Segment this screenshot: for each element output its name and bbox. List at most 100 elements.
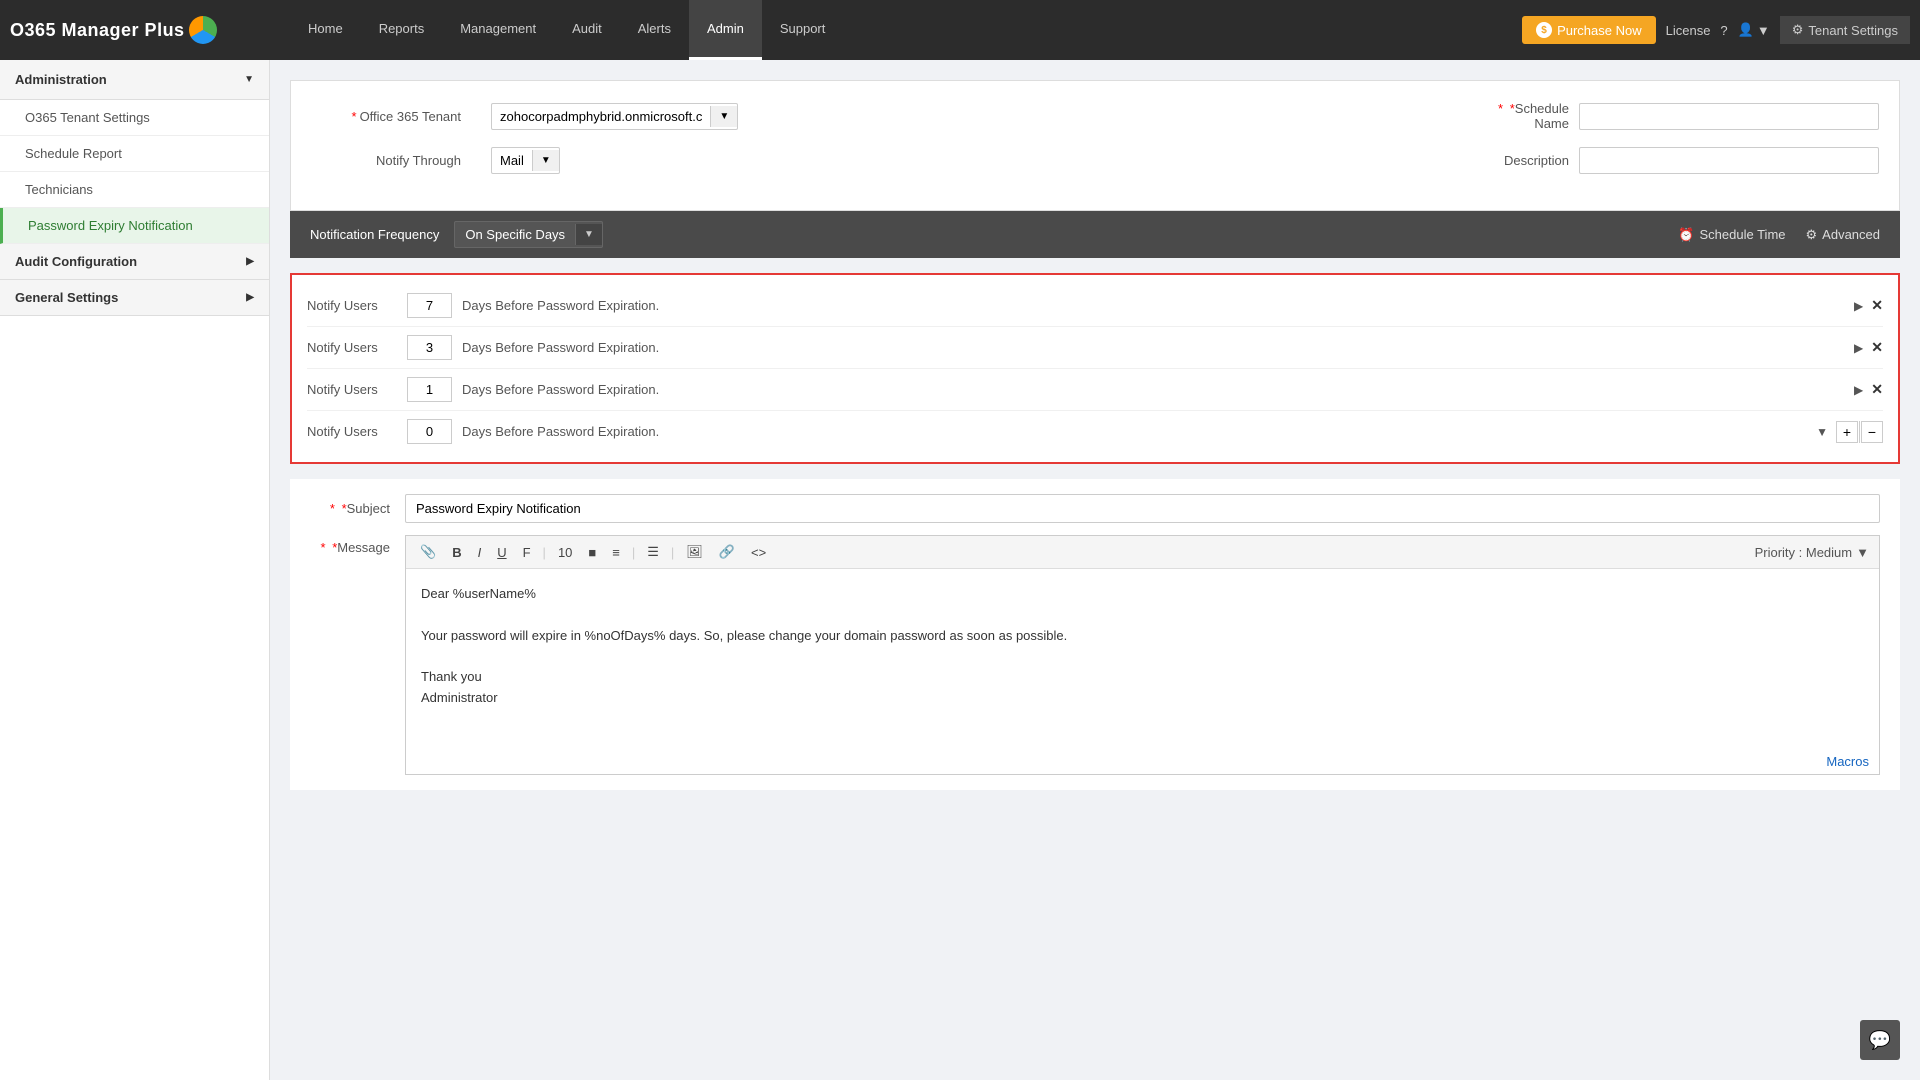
user-menu-button[interactable]: 👤▼ [1738,22,1770,38]
plus-minus-controls: + − [1836,421,1883,443]
attachment-button[interactable]: 📎 [416,542,440,562]
add-row-button[interactable]: + [1836,421,1858,443]
schedule-name-input[interactable] [1579,103,1879,130]
nav-management[interactable]: Management [442,0,554,60]
gear-icon: ⚙ [1806,227,1818,243]
notify-through-dropdown-arrow[interactable]: ▼ [532,150,559,171]
nav-links: Home Reports Management Audit Alerts Adm… [290,0,1522,60]
remove-row-2-button[interactable]: ✕ [1871,339,1883,356]
freq-right: ⏰ Schedule Time ⚙ Advanced [1678,227,1880,243]
font-size-button[interactable]: 10 [554,543,576,562]
sidebar-audit-config-header[interactable]: Audit Configuration ▶ [0,244,269,280]
notify-actions-3: ▶ ✕ [1854,381,1883,398]
app-title: O365 Manager Plus [10,20,185,41]
notify-row-2: Notify Users Days Before Password Expira… [307,327,1883,369]
code-button[interactable]: <> [747,543,770,562]
color-button[interactable]: ■ [584,543,600,562]
tenant-settings-button[interactable]: ⚙ Tenant Settings [1780,16,1910,44]
freq-left: Notification Frequency On Specific Days … [310,221,603,248]
priority-dropdown-arrow[interactable]: ▼ [1856,545,1869,560]
frequency-dropdown-arrow[interactable]: ▼ [575,224,602,245]
body-line3: Thank you [421,667,1864,688]
nav-alerts[interactable]: Alerts [620,0,689,60]
nav-support[interactable]: Support [762,0,844,60]
nav-audit[interactable]: Audit [554,0,620,60]
advanced-button[interactable]: ⚙ Advanced [1806,227,1880,243]
arrow-down-icon-4[interactable]: ▼ [1816,425,1828,439]
notify-through-label: Notify Through [311,153,461,168]
schedule-time-button[interactable]: ⏰ Schedule Time [1678,227,1785,243]
message-editor: 📎 B I U F | 10 ■ ≡ | ☰ | 🖼 🔗 [405,535,1880,775]
notify-through-select-wrapper[interactable]: Mail ▼ [491,147,560,174]
macros-link[interactable]: Macros [406,749,1879,774]
pm-separator [1859,421,1860,443]
arrow-right-icon-3[interactable]: ▶ [1854,383,1863,397]
top-navigation: O365 Manager Plus Home Reports Managemen… [0,0,1920,60]
chat-button[interactable]: 💬 [1860,1020,1900,1060]
clock-icon: ⏰ [1678,227,1694,243]
message-label: *Message [310,535,390,775]
chevron-right-icon-2: ▶ [246,292,254,303]
italic-button[interactable]: I [474,543,486,562]
subject-input[interactable] [405,494,1880,523]
notify-actions-4: ▼ + − [1816,421,1883,443]
office365-tenant-label: Office 365 Tenant [311,109,461,124]
sidebar-item-technicians[interactable]: Technicians [0,172,269,208]
sidebar-item-schedule-report[interactable]: Schedule Report [0,136,269,172]
nav-home[interactable]: Home [290,0,361,60]
link-button[interactable]: 🔗 [715,542,739,562]
tenant-dropdown-arrow[interactable]: ▼ [710,106,737,127]
content-area: Office 365 Tenant zohocorpadmphybrid.onm… [270,60,1920,1080]
image-button[interactable]: 🖼 [682,542,707,562]
font-button[interactable]: F [519,543,535,562]
sidebar-item-password-expiry[interactable]: Password Expiry Notification [0,208,269,244]
notify-section: Notify Users Days Before Password Expira… [290,273,1900,464]
subject-row: *Subject [310,494,1880,523]
notify-row-1: Notify Users Days Before Password Expira… [307,285,1883,327]
priority-select[interactable]: Priority : Medium ▼ [1755,545,1869,560]
editor-content[interactable]: Dear %userName% Your password will expir… [406,569,1879,749]
underline-button[interactable]: U [493,543,510,562]
notify-suffix-2: Days Before Password Expiration. [462,340,1854,355]
notify-days-input-3[interactable] [407,377,452,402]
notify-row-4: Notify Users Days Before Password Expira… [307,411,1883,452]
remove-row-button[interactable]: − [1861,421,1883,443]
nav-right: $ Purchase Now License ? 👤▼ ⚙ Tenant Set… [1522,16,1910,44]
nav-reports[interactable]: Reports [361,0,443,60]
body-line4: Administrator [421,688,1864,709]
help-button[interactable]: ? [1720,23,1727,38]
notification-frequency-bar: Notification Frequency On Specific Days … [290,211,1900,258]
sidebar-administration-header[interactable]: Administration ▼ [0,60,269,100]
notify-suffix-3: Days Before Password Expiration. [462,382,1854,397]
notify-days-input-4[interactable] [407,419,452,444]
description-input[interactable] [1579,147,1879,174]
align-button[interactable]: ≡ [608,543,624,562]
subject-message-section: *Subject *Message 📎 B I U F | 10 [290,479,1900,790]
notify-users-label-1: Notify Users [307,298,397,313]
sidebar-general-settings-header[interactable]: General Settings ▶ [0,280,269,316]
sidebar-item-tenant-settings[interactable]: O365 Tenant Settings [0,100,269,136]
remove-row-1-button[interactable]: ✕ [1871,297,1883,314]
frequency-select-wrapper[interactable]: On Specific Days ▼ [454,221,603,248]
logo-icon [189,16,217,44]
notify-days-input-1[interactable] [407,293,452,318]
bold-button[interactable]: B [448,543,465,562]
license-button[interactable]: License [1666,23,1711,38]
sidebar: Administration ▼ O365 Tenant Settings Sc… [0,60,270,1080]
chevron-right-icon: ▶ [246,256,254,267]
toolbar-separator-2: | [632,545,635,560]
arrow-right-icon-2[interactable]: ▶ [1854,341,1863,355]
list-button[interactable]: ☰ [643,542,663,562]
nav-admin[interactable]: Admin [689,0,762,60]
form-section: Office 365 Tenant zohocorpadmphybrid.onm… [290,80,1900,211]
notify-days-input-2[interactable] [407,335,452,360]
remove-row-3-button[interactable]: ✕ [1871,381,1883,398]
tenant-select-wrapper[interactable]: zohocorpadmphybrid.onmicrosoft.c ▼ [491,103,738,130]
schedule-name-group: *ScheduleName [768,101,1879,131]
notify-actions-2: ▶ ✕ [1854,339,1883,356]
arrow-right-icon-1[interactable]: ▶ [1854,299,1863,313]
settings-gear-icon: ⚙ [1792,22,1804,38]
purchase-icon: $ [1536,22,1552,38]
description-group: Description [590,147,1879,174]
purchase-now-button[interactable]: $ Purchase Now [1522,16,1656,44]
